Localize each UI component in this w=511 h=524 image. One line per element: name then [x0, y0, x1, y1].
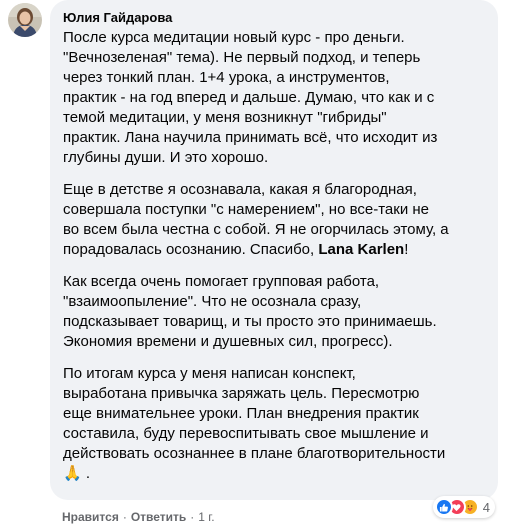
- mention-link[interactable]: Lana Karlen: [318, 241, 404, 258]
- comment-bubble: Юлия Гайдарова После курса медитации нов…: [50, 0, 498, 500]
- comment-paragraph-1: После курса медитации новый курс - про д…: [63, 29, 438, 166]
- reactions-count: 4: [482, 499, 490, 515]
- reply-button[interactable]: Ответить: [131, 509, 186, 524]
- comment-paragraph-4: По итогам курса у меня написан конспект,…: [63, 364, 486, 484]
- closing-dot: .: [85, 465, 91, 482]
- avatar[interactable]: [8, 3, 42, 37]
- comment-timestamp[interactable]: 1 г.: [198, 509, 214, 524]
- separator: ·: [122, 510, 127, 524]
- reactions-summary[interactable]: 4: [432, 496, 495, 518]
- comment-paragraph-3: Как всегда очень помогает групповая рабо…: [63, 273, 437, 350]
- comment-paragraph-4-text: По итогам курса у меня написан конспект,…: [63, 365, 446, 462]
- comment-actions: Нравится · Ответить · 1 г.: [62, 509, 215, 524]
- comment-container: Юлия Гайдарова После курса медитации нов…: [0, 0, 511, 524]
- separator: ·: [190, 510, 195, 524]
- like-button[interactable]: Нравится: [62, 509, 119, 524]
- comment-author[interactable]: Юлия Гайдарова: [63, 10, 486, 27]
- praying-hands-icon: 🙏: [63, 465, 82, 482]
- like-icon: [434, 498, 453, 516]
- comment-paragraph-2: Еще в детстве я осознавала, какая я благ…: [63, 180, 486, 260]
- comment-paragraph-2-end: !: [404, 241, 409, 258]
